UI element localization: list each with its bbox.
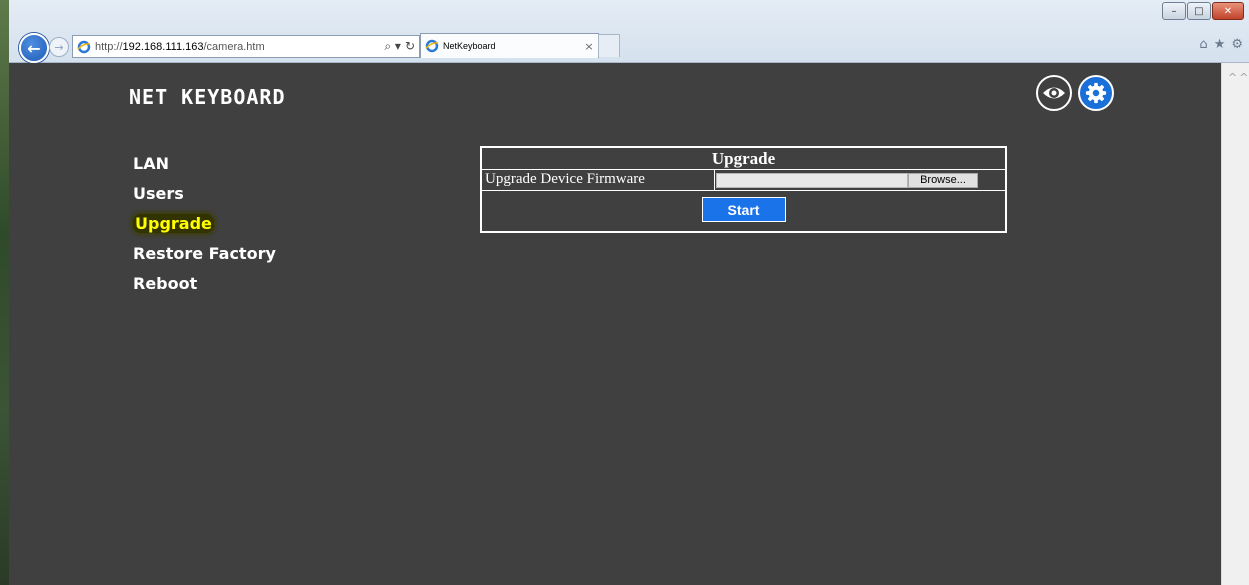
- ie-page-icon: [77, 40, 91, 53]
- sidebar-item-restore-factory[interactable]: Restore Factory: [131, 239, 278, 269]
- vertical-scrollbar[interactable]: ^^: [1221, 63, 1249, 585]
- firmware-file-path-input[interactable]: [716, 172, 908, 188]
- address-bar[interactable]: http://192.168.111.163/camera.htm ⌕ ▾ ↻: [72, 35, 420, 58]
- back-button[interactable]: ←: [19, 33, 49, 63]
- maximize-button[interactable]: □: [1187, 2, 1211, 20]
- browser-chrome: – □ ✕ ← → http://192.168.111.163/camera.…: [9, 0, 1249, 63]
- eye-icon[interactable]: [1036, 75, 1072, 111]
- sidebar-item-reboot[interactable]: Reboot: [131, 269, 278, 299]
- firmware-row: Upgrade Device Firmware Browse...: [482, 170, 1005, 191]
- browser-tab[interactable]: NetKeyboard ×: [420, 33, 599, 58]
- tab-title: NetKeyboard: [443, 41, 496, 51]
- upgrade-panel: Upgrade Upgrade Device Firmware Browse..…: [480, 146, 1007, 233]
- sidebar-nav: LAN Users Upgrade Restore Factory Reboot: [131, 149, 278, 299]
- gear-icon[interactable]: [1078, 75, 1114, 111]
- browse-button[interactable]: Browse...: [908, 172, 978, 188]
- browser-toolbar: ⌂ ★ ⚙: [1199, 37, 1243, 52]
- close-window-button[interactable]: ✕: [1212, 2, 1244, 20]
- settings-gear-icon[interactable]: ⚙: [1231, 37, 1243, 52]
- sidebar-item-upgrade[interactable]: Upgrade: [131, 209, 278, 239]
- favorites-star-icon[interactable]: ★: [1214, 37, 1226, 52]
- brand-title: NET KEYBOARD: [129, 85, 286, 109]
- start-button[interactable]: Start: [701, 197, 786, 222]
- minimize-button[interactable]: –: [1162, 2, 1186, 20]
- tab-close-icon[interactable]: ×: [580, 40, 598, 53]
- new-tab-button[interactable]: [598, 34, 620, 57]
- page-content: NET KEYBOARD LAN Users Upgrade Restore F…: [9, 63, 1221, 585]
- scroll-up-icon[interactable]: ^^: [1228, 71, 1249, 84]
- panel-actions: Start: [482, 191, 1005, 231]
- header-icons: [1036, 75, 1114, 111]
- sidebar-item-lan[interactable]: LAN: [131, 149, 278, 179]
- forward-button[interactable]: →: [49, 37, 69, 57]
- file-picker: Browse...: [715, 170, 1005, 190]
- search-icon[interactable]: ⌕ ▾: [384, 39, 401, 54]
- panel-title: Upgrade: [482, 148, 1005, 170]
- address-text[interactable]: http://192.168.111.163/camera.htm: [95, 41, 365, 53]
- sidebar-item-users[interactable]: Users: [131, 179, 278, 209]
- refresh-icon[interactable]: ↻: [405, 39, 415, 54]
- desktop-edge: [0, 0, 9, 585]
- window-controls: – □ ✕: [1162, 2, 1244, 20]
- ie-tab-icon: [425, 39, 439, 53]
- firmware-label: Upgrade Device Firmware: [482, 170, 715, 190]
- home-icon[interactable]: ⌂: [1199, 37, 1207, 52]
